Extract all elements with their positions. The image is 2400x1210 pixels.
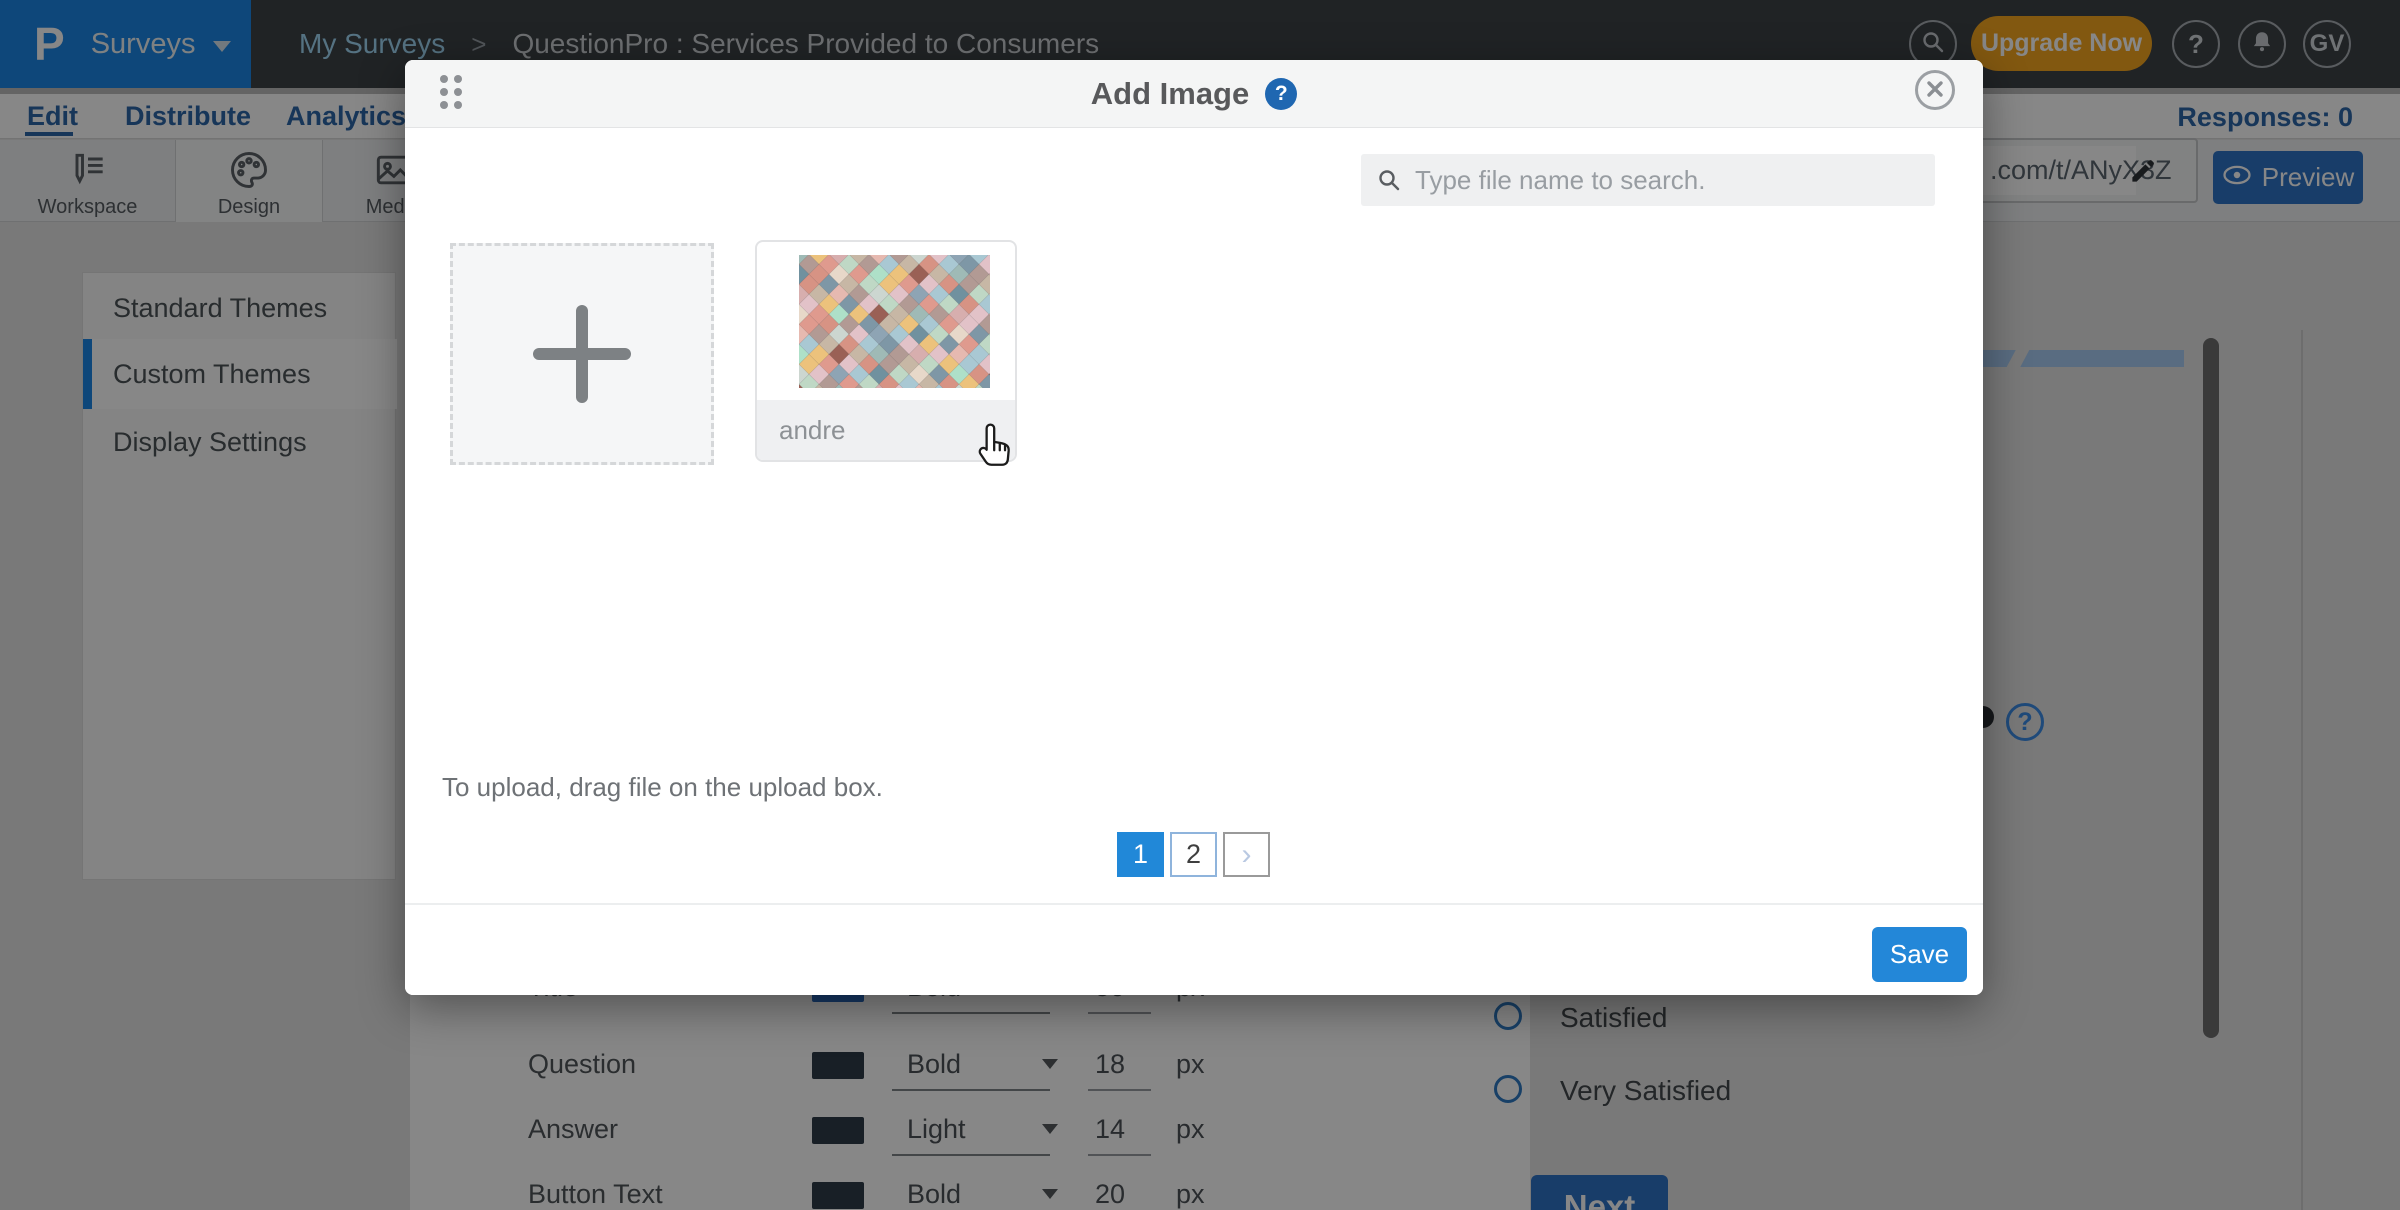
help-icon[interactable]: ? bbox=[1265, 78, 1297, 110]
add-image-modal: Add Image ? andre To upload, drag file o… bbox=[405, 60, 1983, 995]
file-name: andre bbox=[779, 415, 846, 446]
mosaic-image bbox=[799, 255, 990, 388]
upload-dropzone[interactable] bbox=[450, 243, 714, 465]
modal-header: Add Image ? bbox=[405, 60, 1983, 128]
plus-icon bbox=[576, 305, 588, 403]
file-search-input[interactable] bbox=[1413, 164, 1935, 197]
mouse-cursor-pointer bbox=[975, 422, 1017, 473]
search-icon bbox=[1377, 168, 1401, 192]
app-root: P Surveys My Surveys > QuestionPro : Ser… bbox=[0, 0, 2400, 1210]
save-button[interactable]: Save bbox=[1872, 927, 1967, 982]
pagination-page-2[interactable]: 2 bbox=[1170, 832, 1217, 877]
upload-hint-text: To upload, drag file on the upload box. bbox=[442, 772, 883, 803]
modal-title-wrap: Add Image ? bbox=[405, 60, 1983, 128]
pagination-next[interactable]: › bbox=[1223, 832, 1270, 877]
file-search-box bbox=[1361, 154, 1935, 206]
close-icon bbox=[1926, 80, 1944, 101]
modal-title: Add Image bbox=[1091, 76, 1249, 112]
pagination-page-1[interactable]: 1 bbox=[1117, 832, 1164, 877]
close-button[interactable] bbox=[1915, 70, 1955, 110]
modal-footer: Save bbox=[405, 903, 1983, 995]
